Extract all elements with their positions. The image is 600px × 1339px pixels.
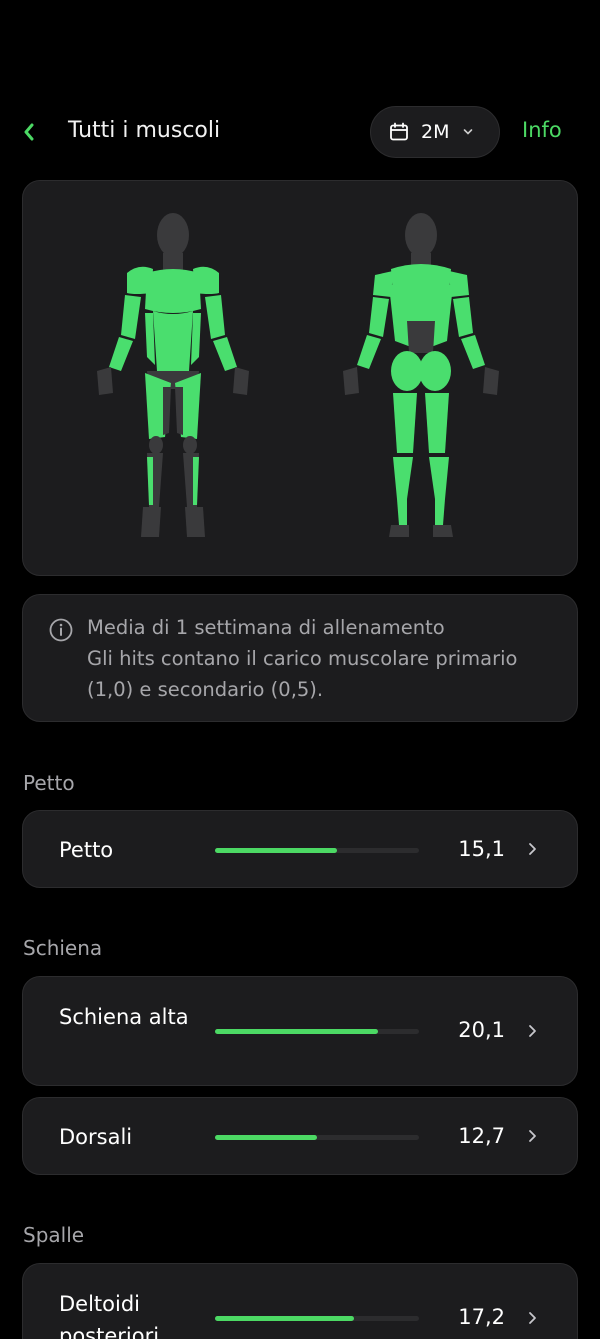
muscle-row-label: Deltoidi posteriori (59, 1292, 160, 1339)
front-right-hand (233, 367, 249, 395)
info-note-line1: Media di 1 settimana di allenamento (87, 616, 445, 639)
front-right-calf (193, 457, 199, 505)
calendar-icon (390, 122, 408, 141)
muscle-row-bar (215, 848, 338, 853)
muscle-row-label: Petto (59, 838, 114, 862)
front-left-foot (141, 507, 161, 537)
back-left-glute (391, 351, 423, 391)
muscle-row-dorsali[interactable]: Dorsali 12,7 (22, 1097, 578, 1175)
front-left-thigh-inner (163, 387, 171, 435)
back-right-glute (419, 351, 451, 391)
muscle-row-track (215, 1135, 419, 1140)
muscle-row-value: 15,1 (458, 837, 505, 861)
top-bar: Tutti i muscoli 2M Info (0, 106, 600, 158)
muscle-row-value: 17,2 (458, 1305, 505, 1329)
back-lower-back (407, 321, 435, 353)
front-right-forearm (213, 337, 237, 371)
front-right-oblique (191, 313, 201, 365)
front-right-thigh-inner (175, 387, 183, 435)
back-right-upper-arm (453, 297, 473, 337)
back-left-upper-arm (369, 297, 389, 337)
back-head (405, 213, 437, 257)
front-figure (97, 213, 249, 537)
front-left-oblique (145, 313, 155, 365)
muscle-row-value: 20,1 (458, 1018, 505, 1042)
front-left-calf (147, 457, 153, 505)
back-left-hand (343, 367, 359, 395)
section-title-petto: Petto (23, 771, 75, 795)
front-right-knee (183, 436, 197, 454)
front-left-hand (97, 367, 113, 395)
info-note-text: Media di 1 settimana di allenamento Gli … (87, 612, 557, 705)
muscle-row-track (215, 848, 419, 853)
back-right-hand (483, 367, 499, 395)
muscle-row-track (215, 1316, 419, 1321)
section-title-spalle: Spalle (23, 1223, 85, 1247)
chevron-left-icon (24, 123, 34, 141)
page-title: Tutti i muscoli (68, 118, 221, 143)
back-button[interactable] (14, 116, 44, 148)
front-right-foot (185, 507, 205, 537)
muscle-row-deltoidi-posteriori[interactable]: Deltoidi posteriori 17,2 (22, 1263, 578, 1339)
front-neck (163, 253, 183, 271)
chevron-right-icon (529, 1025, 536, 1037)
muscle-row-label: Schiena alta (59, 1005, 189, 1029)
info-note: Media di 1 settimana di allenamento Gli … (22, 594, 578, 722)
back-left-ankle (397, 499, 407, 525)
muscle-row-bar (215, 1316, 354, 1321)
back-right-foot (433, 525, 453, 537)
chevron-right-icon (529, 1130, 536, 1142)
period-label: 2M (421, 121, 450, 143)
muscle-row-petto[interactable]: Petto 15,1 (22, 810, 578, 888)
back-left-foot (389, 525, 409, 537)
front-abs (153, 311, 193, 375)
muscle-map (97, 213, 499, 537)
section-title-schiena: Schiena (23, 936, 103, 960)
info-note-line2: Gli hits contano il carico muscolare pri… (87, 647, 518, 701)
back-left-calf (393, 457, 413, 499)
muscle-row-track (215, 1029, 419, 1034)
front-left-upper-arm (121, 295, 141, 339)
back-figure (343, 213, 499, 537)
front-left-knee (149, 436, 163, 454)
back-right-ankle (435, 499, 445, 525)
front-left-forearm (109, 337, 133, 371)
back-left-hamstring (393, 393, 417, 453)
info-circle-icon (49, 618, 73, 642)
front-head (157, 213, 189, 257)
muscle-row-label: Dorsali (59, 1125, 133, 1149)
back-right-shoulder (449, 271, 469, 297)
info-button[interactable]: Info (522, 118, 562, 142)
muscle-row-bar (215, 1029, 379, 1034)
period-selector[interactable]: 2M (370, 106, 500, 158)
chevron-down-icon (464, 129, 473, 135)
muscle-row-schiena-alta[interactable]: Schiena alta 20,1 (22, 976, 578, 1086)
muscle-row-bar (215, 1135, 317, 1140)
front-right-upper-arm (205, 295, 225, 339)
chevron-right-icon (529, 1312, 536, 1324)
muscle-map-card (22, 180, 578, 576)
chevron-right-icon (529, 843, 536, 855)
back-left-shoulder (373, 271, 393, 297)
back-right-forearm (461, 335, 485, 369)
front-chest (145, 269, 201, 313)
back-right-hamstring (425, 393, 449, 453)
muscle-row-value: 12,7 (458, 1124, 505, 1148)
back-right-calf (429, 457, 449, 499)
back-left-forearm (357, 335, 381, 369)
